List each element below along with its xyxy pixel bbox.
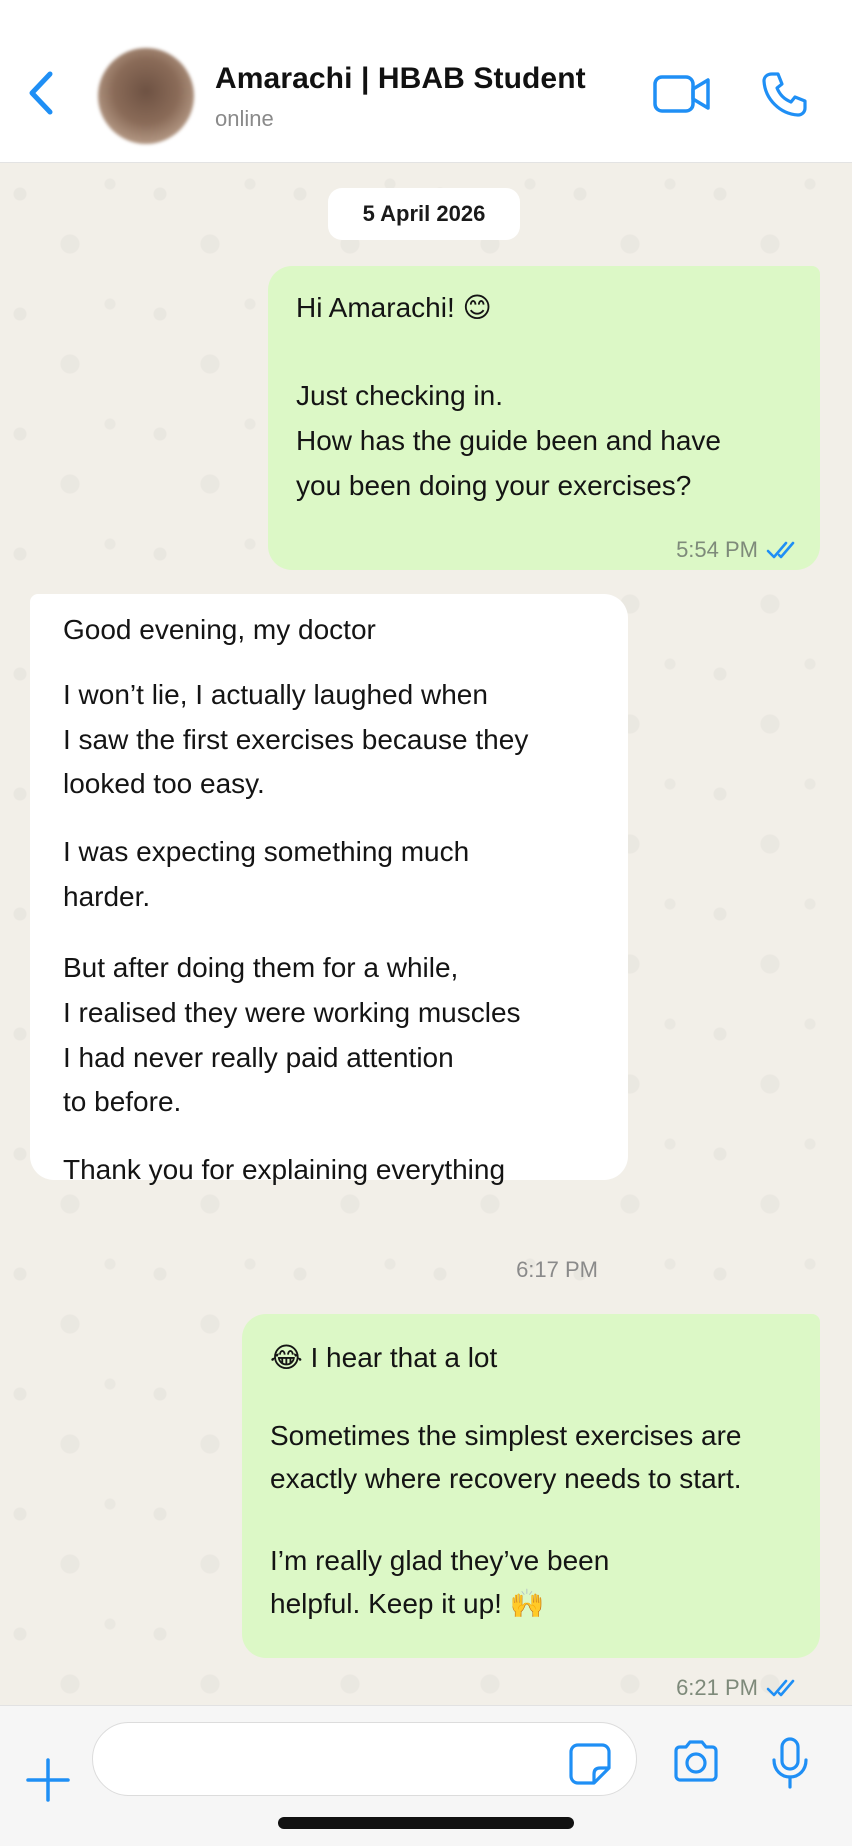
sticker-button[interactable] bbox=[568, 1742, 612, 1786]
date-separator: 5 April 2026 bbox=[328, 188, 520, 240]
message-line: looked too easy. bbox=[63, 768, 265, 799]
message-line: exactly where recovery needs to start. bbox=[270, 1463, 742, 1494]
contact-name[interactable]: Amarachi | HBAB Student bbox=[215, 62, 586, 96]
message-line: I won’t lie, I actually laughed when bbox=[63, 679, 488, 710]
phone-icon bbox=[762, 72, 807, 117]
attach-button[interactable] bbox=[26, 1758, 70, 1802]
chat-header: Amarachi | HBAB Student online bbox=[0, 0, 852, 163]
message-line: Just checking in. bbox=[296, 380, 503, 411]
video-call-button[interactable] bbox=[652, 72, 712, 116]
chevron-left-icon bbox=[29, 71, 53, 115]
microphone-button[interactable] bbox=[770, 1736, 810, 1790]
message-line: you been doing your exercises? bbox=[296, 470, 692, 501]
message-line: harder. bbox=[63, 881, 151, 912]
message-line: Good evening, my doctor bbox=[63, 614, 376, 645]
message-line: I’m really glad they’ve been bbox=[270, 1545, 610, 1576]
incoming-message[interactable]: Good evening, my doctor I won’t lie, I a… bbox=[30, 594, 628, 1282]
outgoing-message[interactable]: Hi Amarachi! 😊 Just checking in. How has… bbox=[268, 266, 820, 570]
message-meta: 6:17 PM bbox=[516, 1248, 598, 1292]
message-time: 5:54 PM bbox=[676, 537, 758, 562]
outgoing-message[interactable]: 😂 I hear that a lot Sometimes the simple… bbox=[242, 1314, 820, 1700]
message-line: Thank you for explaining everything bbox=[63, 1154, 506, 1185]
microphone-icon bbox=[772, 1737, 808, 1789]
message-line: I saw the first exercises because they bbox=[63, 724, 529, 755]
message-line: I was expecting something much bbox=[63, 836, 470, 867]
message-time: 6:21 PM bbox=[676, 1675, 758, 1700]
message-line: I realised they were working muscles bbox=[63, 997, 521, 1028]
message-meta: 6:21 PM bbox=[676, 1666, 798, 1710]
message-meta: 5:54 PM bbox=[676, 528, 798, 572]
read-receipt-icon bbox=[766, 541, 795, 559]
contact-status: online bbox=[215, 106, 274, 131]
camera-button[interactable] bbox=[671, 1739, 721, 1783]
message-line: helpful. Keep it up! 🙌 bbox=[270, 1588, 545, 1619]
message-line: How has the guide been and have bbox=[296, 425, 721, 456]
message-line: But after doing them for a while, bbox=[63, 952, 459, 983]
plus-icon bbox=[26, 1758, 70, 1802]
sticker-icon bbox=[569, 1743, 611, 1785]
message-line: Sometimes the simplest exercises are bbox=[270, 1420, 742, 1451]
message-line: to before. bbox=[63, 1086, 182, 1117]
home-indicator bbox=[278, 1817, 574, 1829]
camera-icon bbox=[674, 1740, 718, 1782]
back-button[interactable] bbox=[22, 68, 62, 118]
input-bar bbox=[0, 1705, 852, 1846]
message-line: 😂 I hear that a lot bbox=[270, 1342, 498, 1373]
avatar[interactable] bbox=[98, 48, 194, 144]
voice-call-button[interactable] bbox=[760, 70, 808, 118]
message-line: I had never really paid attention bbox=[63, 1042, 454, 1073]
video-camera-icon bbox=[653, 75, 710, 113]
message-input[interactable] bbox=[92, 1722, 637, 1796]
read-receipt-icon bbox=[766, 1679, 795, 1697]
message-time: 6:17 PM bbox=[516, 1257, 598, 1282]
chat-area[interactable]: 5 April 2026 Hi Amarachi! 😊 Just checkin… bbox=[0, 164, 852, 1704]
message-line: Hi Amarachi! 😊 bbox=[296, 292, 492, 323]
